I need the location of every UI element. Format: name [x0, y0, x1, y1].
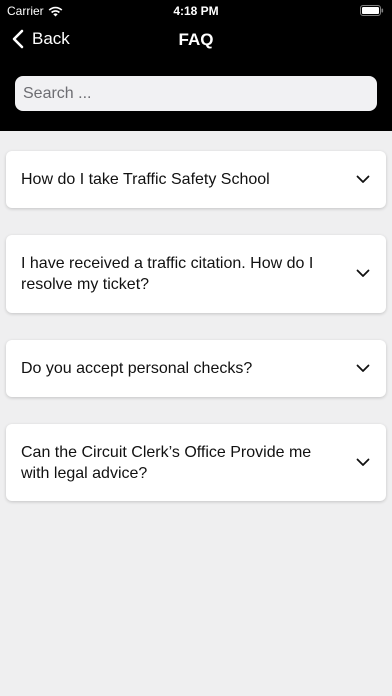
- battery-icon: [360, 5, 384, 16]
- faq-list: How do I take Traffic Safety School I ha…: [6, 151, 386, 528]
- faq-item[interactable]: Do you accept personal checks?: [6, 340, 386, 397]
- back-button-label: Back: [32, 29, 70, 48]
- faq-item[interactable]: How do I take Traffic Safety School: [6, 151, 386, 208]
- app-header: Carrier 4:18 PM Back FAQ: [0, 0, 392, 131]
- search-input[interactable]: [23, 76, 369, 111]
- faq-item[interactable]: Can the Circuit Clerk’s Office Provide m…: [6, 424, 386, 501]
- chevron-down-icon: [356, 458, 370, 466]
- chevron-left-icon: [12, 29, 24, 49]
- faq-item[interactable]: I have received a traffic citation. How …: [6, 235, 386, 313]
- faq-question: Can the Circuit Clerk’s Office Provide m…: [21, 443, 312, 482]
- search-field: [15, 76, 377, 111]
- faq-question: How do I take Traffic Safety School: [21, 171, 270, 188]
- chevron-down-icon: [356, 364, 370, 372]
- faq-question: I have received a traffic citation. How …: [21, 255, 314, 293]
- status-bar: Carrier 4:18 PM: [0, 0, 392, 22]
- status-time: 4:18 PM: [173, 4, 219, 18]
- navigation-bar: Back FAQ: [0, 26, 392, 56]
- back-button[interactable]: Back: [12, 29, 70, 49]
- faq-question: Do you accept personal checks?: [21, 360, 253, 377]
- chevron-down-icon: [356, 175, 370, 183]
- chevron-down-icon: [356, 269, 370, 277]
